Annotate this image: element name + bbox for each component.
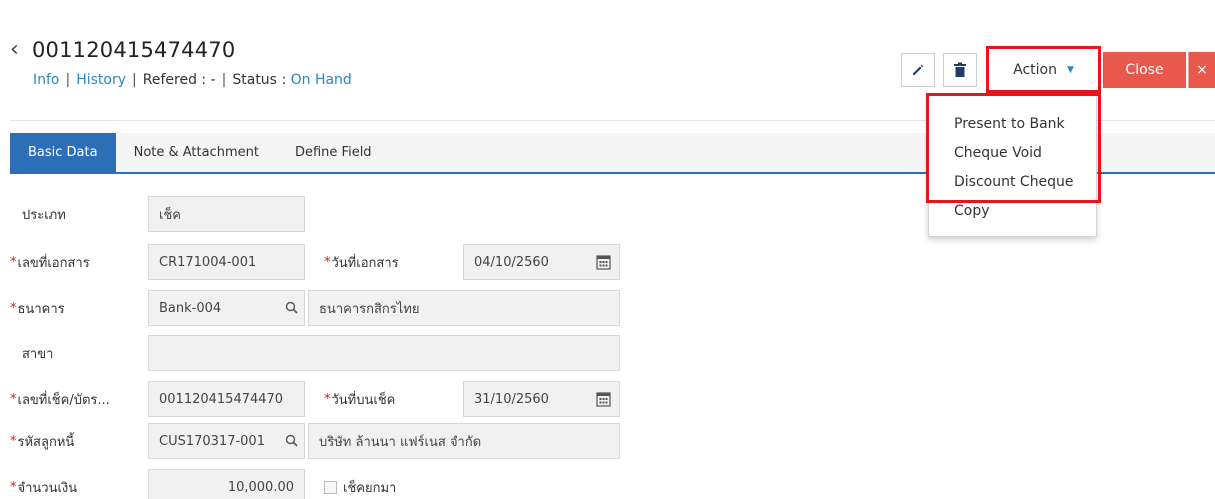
- separator: |: [221, 72, 227, 88]
- cheque-date-value: 31/10/2560: [474, 391, 549, 407]
- calendar-icon[interactable]: [596, 254, 611, 270]
- form-row-cheque-no: * เลขที่เช็ค/บัตร... 001120415474470 * วัน…: [10, 381, 630, 417]
- cheque-date-field[interactable]: 31/10/2560: [463, 381, 620, 417]
- type-field[interactable]: เช็ค: [148, 196, 305, 232]
- doc-no-label: * เลขที่เอกสาร: [10, 244, 90, 280]
- cheque-no-label-text: เลขที่เช็ค/บัตร...: [17, 392, 110, 408]
- bank-code-value: Bank-004: [159, 300, 222, 316]
- separator: |: [132, 72, 137, 88]
- branch-field[interactable]: [148, 335, 620, 371]
- delete-button[interactable]: [943, 53, 977, 87]
- required-mark: *: [324, 254, 331, 270]
- tab-basic-data[interactable]: Basic Data: [10, 133, 116, 172]
- form-row-branch: สาขา: [10, 335, 630, 371]
- doc-no-label-text: เลขที่เอกสาร: [17, 255, 90, 271]
- form-row-bank: * ธนาคาร Bank-004 ธนาคารกสิกรไทย: [10, 290, 630, 326]
- history-link[interactable]: History: [76, 72, 126, 88]
- status-value: On Hand: [290, 72, 352, 88]
- type-label: ประเภท: [22, 207, 66, 223]
- cheque-date-label-text: วันที่บนเช็ค: [331, 392, 396, 408]
- required-mark: *: [10, 391, 17, 407]
- amount-field[interactable]: 10,000.00: [148, 469, 305, 499]
- form-row-doc-no: * เลขที่เอกสาร CR171004-001 * วันที่เอกสาร…: [10, 244, 630, 280]
- calendar-icon[interactable]: [596, 391, 611, 407]
- refered-value: -: [210, 72, 216, 88]
- info-link[interactable]: Info: [33, 72, 60, 88]
- search-icon[interactable]: [285, 434, 298, 447]
- doc-date-field[interactable]: 04/10/2560: [463, 244, 620, 280]
- debtor-code-field[interactable]: CUS170317-001: [148, 423, 305, 459]
- required-mark: *: [10, 479, 17, 495]
- back-chevron-icon[interactable]: ‹: [10, 39, 24, 61]
- close-x-button[interactable]: ×: [1188, 52, 1215, 88]
- bank-label: * ธนาคาร: [10, 290, 65, 326]
- page-title: 001120415474470: [32, 38, 236, 62]
- brought-forward-label: เช็คยกมา: [343, 480, 397, 496]
- status-label: Status: [232, 72, 277, 88]
- cheque-no-label: * เลขที่เช็ค/บัตร...: [10, 381, 110, 417]
- bank-name-field[interactable]: ธนาคารกสิกรไทย: [308, 290, 620, 326]
- refered-label: Refered: [142, 72, 197, 88]
- edit-button[interactable]: [901, 53, 935, 87]
- required-mark: *: [10, 433, 17, 449]
- doc-date-label-text: วันที่เอกสาร: [331, 255, 399, 271]
- colon: :: [281, 72, 287, 88]
- doc-date-label: * วันที่เอกสาร: [324, 244, 399, 280]
- required-mark: *: [10, 254, 17, 270]
- action-dropdown-button[interactable]: Action ▼: [986, 46, 1101, 93]
- brought-forward-checkbox[interactable]: [324, 480, 337, 494]
- search-icon[interactable]: [285, 301, 298, 314]
- close-button[interactable]: Close: [1103, 52, 1186, 88]
- menu-item-present-to-bank[interactable]: Present to Bank: [954, 116, 1065, 132]
- doc-date-value: 04/10/2560: [474, 254, 549, 270]
- menu-item-cheque-void[interactable]: Cheque Void: [954, 145, 1042, 161]
- sub-navigation: Info | History | Refered : - | Status : On Han…: [33, 72, 352, 88]
- branch-label: สาขา: [22, 346, 54, 362]
- required-mark: *: [324, 391, 331, 407]
- pencil-icon: [913, 64, 924, 75]
- tab-note-attachment[interactable]: Note & Attachment: [116, 133, 277, 172]
- cheque-date-label: * วันที่บนเช็ค: [324, 381, 395, 417]
- debtor-code-value: CUS170317-001: [159, 433, 265, 449]
- form-row-debtor: * รหัสลูกหนี้ CUS170317-001 บริษัท ล้านนา…: [10, 423, 630, 459]
- action-dropdown-menu: Present to Bank Cheque Void Discount Che…: [926, 93, 1101, 237]
- debtor-label: * รหัสลูกหนี้: [10, 423, 74, 459]
- debtor-label-text: รหัสลูกหนี้: [17, 434, 75, 450]
- page-header: ‹ 001120415474470: [10, 38, 235, 62]
- form-row-type: ประเภท เช็ค: [10, 196, 630, 232]
- tab-define-field[interactable]: Define Field: [277, 133, 390, 172]
- colon: :: [201, 72, 207, 88]
- separator: |: [65, 72, 71, 88]
- amount-label: * จำนวนเงิน: [10, 469, 77, 499]
- cheque-no-field[interactable]: 001120415474470: [148, 381, 305, 417]
- caret-down-icon: ▼: [1066, 64, 1074, 75]
- trash-icon: [954, 62, 966, 77]
- menu-item-discount-cheque[interactable]: Discount Cheque: [954, 174, 1074, 190]
- amount-label-text: จำนวนเงิน: [17, 480, 78, 496]
- debtor-name-field[interactable]: บริษัท ล้านนา แฟร์เนส จำกัด: [308, 423, 620, 459]
- form-row-amount: * จำนวนเงิน 10,000.00 เช็คยกมา: [10, 469, 630, 499]
- brought-forward-checkbox-group[interactable]: เช็คยกมา: [324, 469, 396, 499]
- required-mark: *: [10, 300, 17, 316]
- doc-no-field[interactable]: CR171004-001: [148, 244, 305, 280]
- menu-item-copy[interactable]: Copy: [954, 203, 990, 219]
- bank-code-field[interactable]: Bank-004: [148, 290, 305, 326]
- bank-label-text: ธนาคาร: [17, 301, 65, 317]
- action-label: Action: [1013, 61, 1057, 78]
